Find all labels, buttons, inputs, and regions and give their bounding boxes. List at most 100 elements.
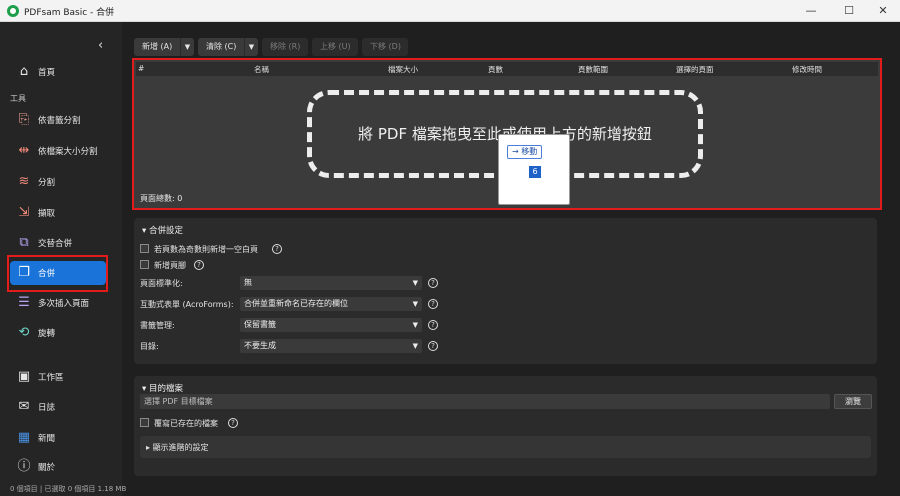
chevron-down-icon[interactable]: ▼	[180, 38, 194, 56]
news-icon: ▦	[17, 430, 31, 445]
browse-button[interactable]: 瀏覽	[834, 394, 872, 409]
split-icon: ≋	[18, 174, 30, 189]
help-icon[interactable]: ?	[194, 260, 204, 270]
sidebar: ‹ ⌂ 首頁 工具 ⎘ 依書籤分割 ⇹ 依檔案大小分割 ≋ 分割 ⇲ 擷取 ⧉ …	[0, 22, 122, 496]
sidebar-item-workspace[interactable]: ▣ 工作區	[10, 365, 106, 389]
sidebar-item-label: 首頁	[38, 68, 56, 78]
bookmarks-value: 保留書籤	[244, 320, 276, 329]
title-bar: PDFsam Basic - 合併 — ☐ ✕	[0, 0, 900, 22]
merge-settings-header[interactable]: ▾ 合併設定	[142, 224, 183, 236]
sidebar-item-label: 工作區	[38, 373, 64, 383]
bookmarks-select[interactable]: 保留書籤 ▼	[240, 318, 422, 332]
alternate-mix-icon: ⧉	[19, 235, 29, 250]
chevron-down-icon: ▼	[412, 321, 418, 329]
sidebar-item-label: 依檔案大小分割	[38, 147, 98, 157]
size-split-icon: ⇹	[18, 143, 30, 158]
normalize-label: 頁面標準化:	[140, 279, 183, 288]
advanced-settings-label: ▸ 顯示進階的設定	[146, 443, 209, 452]
help-icon[interactable]: ?	[428, 278, 438, 288]
sidebar-item-insert[interactable]: ☰ 多次插入頁面	[10, 291, 106, 315]
destination-panel: ▾ 目的檔案 選擇 PDF 目標檔案 瀏覽 覆寫已存在的檔案 ? ▸ 顯示進階的…	[134, 376, 877, 476]
sidebar-item-label: 關於	[38, 463, 56, 473]
window-title: PDFsam Basic - 合併	[24, 8, 115, 18]
sidebar-item-alternate-mix[interactable]: ⧉ 交替合併	[10, 231, 106, 255]
forms-value: 合併並重新命名已存在的欄位	[244, 299, 348, 308]
tools-section-label: 工具	[10, 94, 26, 103]
overwrite-label: 覆寫已存在的檔案	[154, 419, 218, 428]
chevron-down-icon: ▼	[412, 300, 418, 308]
app-logo-icon	[7, 5, 19, 17]
toc-value: 不要生成	[244, 341, 276, 350]
maximize-button[interactable]: ☐	[832, 2, 866, 20]
drag-tooltip: → 移動 6	[498, 134, 570, 205]
log-icon: ✉	[18, 399, 30, 414]
sidebar-item-split[interactable]: ≋ 分割	[10, 170, 106, 194]
merge-settings-panel: ▾ 合併設定 若頁數為奇數則新增一空白頁 ? 新增頁腳 ? 頁面標準化: 無 ▼ …	[134, 218, 877, 364]
merge-settings-title: 合併設定	[148, 226, 183, 236]
extract-icon: ⇲	[18, 205, 30, 220]
move-down-button[interactable]: 下移 (D)	[362, 38, 408, 56]
overwrite-checkbox[interactable]	[140, 418, 149, 427]
toc-select[interactable]: 不要生成 ▼	[240, 339, 422, 353]
merge-highlight-box	[7, 255, 108, 292]
drag-count-badge: 6	[529, 166, 541, 178]
add-button[interactable]: 新增 (A) ▼	[134, 38, 194, 56]
destination-file-input[interactable]: 選擇 PDF 目標檔案	[140, 394, 830, 409]
blank-page-label: 若頁數為奇數則新增一空白頁	[154, 245, 258, 254]
destination-header[interactable]: ▾ 目的檔案	[142, 382, 183, 394]
sidebar-item-split-by-bookmarks[interactable]: ⎘ 依書籤分割	[10, 108, 106, 132]
sidebar-item-split-by-size[interactable]: ⇹ 依檔案大小分割	[10, 139, 106, 163]
collapse-sidebar-icon[interactable]: ‹	[98, 38, 103, 53]
normalize-select[interactable]: 無 ▼	[240, 276, 422, 290]
insert-icon: ☰	[18, 295, 30, 310]
forms-select[interactable]: 合併並重新命名已存在的欄位 ▼	[240, 297, 422, 311]
help-icon[interactable]: ?	[428, 299, 438, 309]
sidebar-item-log[interactable]: ✉ 日誌	[10, 395, 106, 419]
sidebar-item-label: 旋轉	[38, 329, 56, 339]
help-icon[interactable]: ?	[272, 244, 282, 254]
move-up-button[interactable]: 上移 (U)	[312, 38, 358, 56]
sidebar-item-label: 日誌	[38, 403, 56, 413]
chevron-down-icon[interactable]: ▼	[244, 38, 258, 56]
forms-label: 互動式表單 (AcroForms):	[140, 300, 234, 309]
workspace-icon: ▣	[17, 369, 31, 384]
sidebar-item-label: 擷取	[38, 209, 56, 219]
toc-label: 目錄:	[140, 342, 159, 351]
remove-button[interactable]: 移除 (R)	[262, 38, 308, 56]
sidebar-item-label: 新聞	[38, 434, 56, 444]
help-icon[interactable]: ?	[428, 320, 438, 330]
clear-button-label: 清除 (C)	[206, 42, 237, 51]
sidebar-item-label: 分割	[38, 178, 56, 188]
sidebar-item-label: 依書籤分割	[38, 116, 81, 126]
sidebar-item-home[interactable]: ⌂ 首頁	[10, 60, 106, 84]
advanced-settings-text: 顯示進階的設定	[152, 443, 209, 452]
sidebar-item-extract[interactable]: ⇲ 擷取	[10, 201, 106, 225]
advanced-settings-toggle[interactable]: ▸ 顯示進階的設定	[140, 436, 871, 458]
bookmark-split-icon: ⎘	[18, 112, 30, 127]
help-icon[interactable]: ?	[428, 341, 438, 351]
rotate-icon: ⟲	[18, 325, 30, 340]
minimize-button[interactable]: —	[794, 2, 828, 20]
bookmarks-label: 書籤管理:	[140, 321, 175, 330]
merge-panel: 新增 (A) ▼ 清除 (C) ▼ 移除 (R) 上移 (U) 下移 (D) #…	[122, 22, 900, 496]
sidebar-item-about[interactable]: ⓘ 關於	[10, 455, 106, 479]
destination-title: 目的檔案	[148, 384, 183, 394]
chevron-down-icon: ▼	[412, 279, 418, 287]
sidebar-item-news[interactable]: ▦ 新聞	[10, 426, 106, 450]
add-footer-checkbox[interactable]	[140, 260, 149, 269]
normalize-value: 無	[244, 278, 252, 287]
sidebar-item-label: 多次插入頁面	[38, 299, 90, 309]
close-button[interactable]: ✕	[866, 2, 900, 20]
clear-button[interactable]: 清除 (C) ▼	[198, 38, 258, 56]
sidebar-item-rotate[interactable]: ⟲ 旋轉	[10, 321, 106, 345]
add-button-label: 新增 (A)	[142, 42, 173, 51]
home-icon: ⌂	[19, 64, 29, 79]
add-footer-label: 新增頁腳	[154, 261, 186, 270]
help-icon[interactable]: ?	[228, 418, 238, 428]
move-drag-label: → 移動	[507, 145, 543, 159]
status-bar: 0 個項目 | 已選取 0 個項目 1.18 MB	[0, 484, 900, 496]
sidebar-item-label: 交替合併	[38, 239, 73, 249]
blank-page-checkbox[interactable]	[140, 244, 149, 253]
status-text: 0 個項目 | 已選取 0 個項目 1.18 MB	[10, 485, 127, 493]
chevron-down-icon: ▼	[412, 342, 418, 350]
